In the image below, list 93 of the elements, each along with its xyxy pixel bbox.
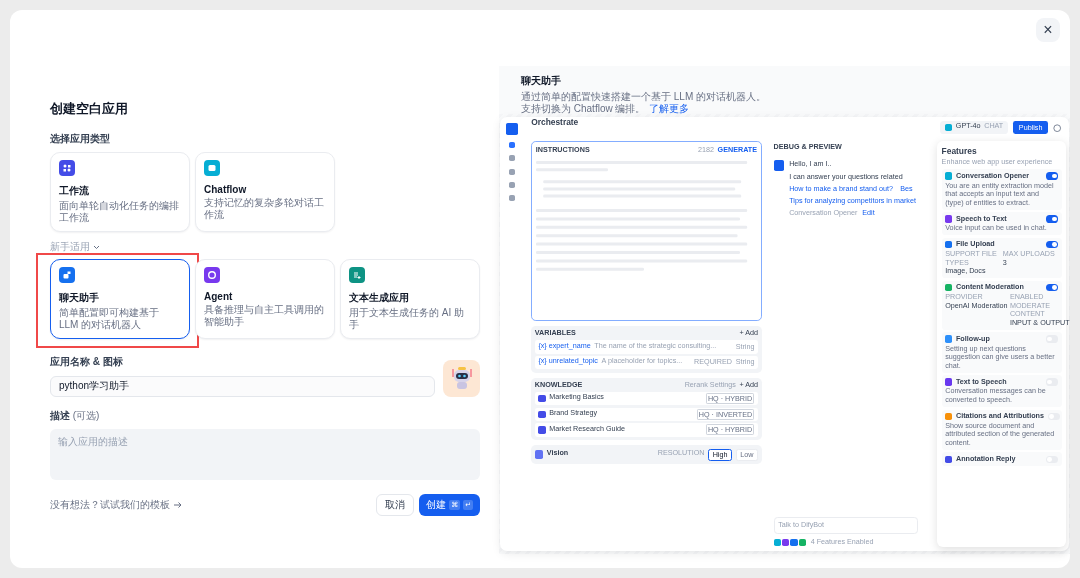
- suggestion-link[interactable]: Tips for analyzing competitors in market: [789, 197, 916, 206]
- variable-row[interactable]: {x} unrelated_topic A placeholder for topics... REQUIRED String: [534, 356, 758, 370]
- app-type-description: 面向单轮自动化任务的编排工作流: [59, 200, 180, 224]
- publish-button[interactable]: Publish: [1012, 121, 1049, 135]
- app-icon-picker[interactable]: [443, 359, 480, 397]
- app-type-card[interactable]: Chatflow 支持记忆的复杂多轮对话工作流: [195, 152, 335, 232]
- app-type-description: 具备推理与自主工具调用的智能助手: [204, 304, 325, 328]
- info-title: 聊天助手: [521, 74, 562, 88]
- name-field[interactable]: python学习助手: [50, 375, 435, 397]
- app-type-description: 简单配置即可构建基于 LLM 的对话机器人: [59, 307, 160, 331]
- generate-button[interactable]: GENERATE: [717, 145, 757, 155]
- feature-description: Show source document and attributed section of the generated content.: [945, 421, 1056, 448]
- app-type-description: 支持记忆的复杂多轮对话工作流: [204, 197, 325, 221]
- edit-link[interactable]: Edit: [862, 209, 875, 218]
- logo-icon: [506, 123, 518, 135]
- field-value: OpenAI Moderation: [945, 301, 1008, 311]
- close-button[interactable]: ×: [1036, 18, 1060, 42]
- feature-name: Text to Speech: [955, 377, 1007, 387]
- knowledge-item[interactable]: Marketing Basics HQ · HYBRID: [534, 392, 758, 406]
- instructions-panel[interactable]: INSTRUCTIONS 2182 GENERATE: [531, 141, 762, 321]
- feature-name: Content Moderation: [955, 283, 1024, 292]
- knowledge-item[interactable]: Market Research Guide HQ · HYBRID: [534, 423, 758, 437]
- field-value: 3: [1002, 258, 1007, 268]
- resolution-option[interactable]: Low: [735, 448, 758, 461]
- app-type-card[interactable]: Agent 具备推理与自主工具调用的智能助手: [195, 259, 335, 339]
- preview-title: Orchestrate: [531, 117, 579, 128]
- resolution-option[interactable]: High: [708, 448, 733, 461]
- feature-toggle[interactable]: [1046, 283, 1058, 292]
- panel-title: DEBUG & PREVIEW: [773, 143, 842, 153]
- opener-label: Conversation Opener: [789, 209, 858, 218]
- app-type-name: Agent: [204, 291, 234, 302]
- panel-label: INSTRUCTIONS: [535, 145, 590, 155]
- field-label: 应用名称 & 图标: [50, 355, 124, 369]
- info-description: 通过简单的配置快速搭建一个基于 LLM 的对话机器人。支持切换为 Chatflow 编排。 了解更多: [521, 91, 767, 115]
- app-type-card[interactable]: 工作流 面向单轮自动化任务的编排工作流: [50, 152, 190, 232]
- app-type-name: Chatflow: [204, 184, 248, 195]
- feature-name: Annotation Reply: [955, 454, 1016, 464]
- feature-name: File Upload: [955, 240, 995, 249]
- app-type-card[interactable]: 文本生成应用 用于文本生成任务的 AI 助手: [340, 259, 480, 339]
- field-label: ENABLED MODERATE CONTENT: [1009, 293, 1052, 319]
- feature-description: You are an entity extraction model that accepts an input text and (type) of entities to extract.: [945, 181, 1055, 208]
- feature-name: Follow-up: [955, 334, 990, 344]
- field-label: PROVIDER: [945, 293, 983, 302]
- template-link[interactable]: 没有想法？试试我们的模板: [50, 497, 170, 512]
- bot-avatar-icon: [773, 160, 785, 172]
- suggestion-link[interactable]: How to make a brand stand out?: [789, 184, 894, 194]
- app-type-description: 用于文本生成任务的 AI 助手: [349, 307, 465, 331]
- field-value: Image, Docs: [945, 267, 986, 276]
- feature-description: Conversation messages can be converted to speech.: [945, 387, 1047, 405]
- chat-message: Hello, I am I..: [789, 160, 832, 170]
- model-selector[interactable]: GPT-4o CHAT: [940, 121, 1009, 135]
- field-value: INPUT & OUTPUT: [1009, 318, 1070, 328]
- app-type-name: 工作流: [59, 184, 90, 198]
- dialog-title: 创建空白应用: [50, 100, 129, 118]
- panel-label: Vision: [546, 448, 569, 458]
- feature-name: Speech to Text: [955, 214, 1007, 224]
- arrow-right-icon[interactable]: [174, 501, 182, 508]
- feature-name: Conversation Opener: [955, 171, 1030, 181]
- feature-toggle[interactable]: [1046, 172, 1058, 180]
- history-icon[interactable]: [1053, 123, 1062, 132]
- app-type-name: 文本生成应用: [349, 291, 410, 305]
- panel-label: KNOWLEDGE: [534, 381, 583, 390]
- resolution-label: RESOLUTION: [657, 448, 705, 458]
- model-icon: [945, 124, 953, 132]
- field-label: 描述 (可选): [50, 408, 101, 423]
- app-type-card[interactable]: 聊天助手 简单配置即可构建基于 LLM 的对话机器人: [50, 259, 190, 339]
- character-count: 2182: [698, 145, 714, 155]
- features-subtitle: Enhance web app user experience: [941, 158, 1053, 167]
- app-type-name: 聊天助手: [59, 291, 100, 305]
- field-label: SUPPORT FILE TYPES: [945, 250, 998, 268]
- field-label: MAX UPLOADS: [1002, 250, 1055, 259]
- vision-icon: [534, 450, 544, 459]
- learn-more-link[interactable]: 了解更多: [649, 103, 690, 114]
- features-enabled-label: 4 Features Enabled: [810, 537, 874, 547]
- features-title: Features: [941, 145, 977, 156]
- chat-message: I can answer your questions related: [789, 172, 903, 182]
- description-field[interactable]: 输入应用的描述: [50, 428, 480, 480]
- robot-icon: [449, 365, 474, 391]
- feature-description: Setting up next questions suggestion can give users a better chat.: [945, 344, 1056, 371]
- chevron-down-icon[interactable]: [93, 244, 100, 250]
- suggestion-link[interactable]: Bes: [900, 184, 913, 194]
- section-label: 新手适用: [50, 240, 90, 254]
- add-button[interactable]: + Add: [739, 329, 758, 338]
- feature-toggle[interactable]: [1046, 240, 1058, 249]
- add-button[interactable]: + Add: [739, 381, 758, 390]
- feature-description: Voice input can be used in chat.: [945, 224, 1047, 234]
- variable-row[interactable]: {x} expert_name The name of the strategic consulting... String: [534, 340, 758, 354]
- panel-label: VARIABLES: [534, 329, 576, 338]
- cancel-button[interactable]: 取消: [376, 493, 415, 516]
- feature-name: Citations and Attributions: [955, 411, 1044, 421]
- feature-toggle[interactable]: [1046, 215, 1058, 223]
- section-label: 选择应用类型: [50, 132, 111, 146]
- knowledge-item[interactable]: Brand Strategy HQ · INVERTED: [534, 407, 758, 421]
